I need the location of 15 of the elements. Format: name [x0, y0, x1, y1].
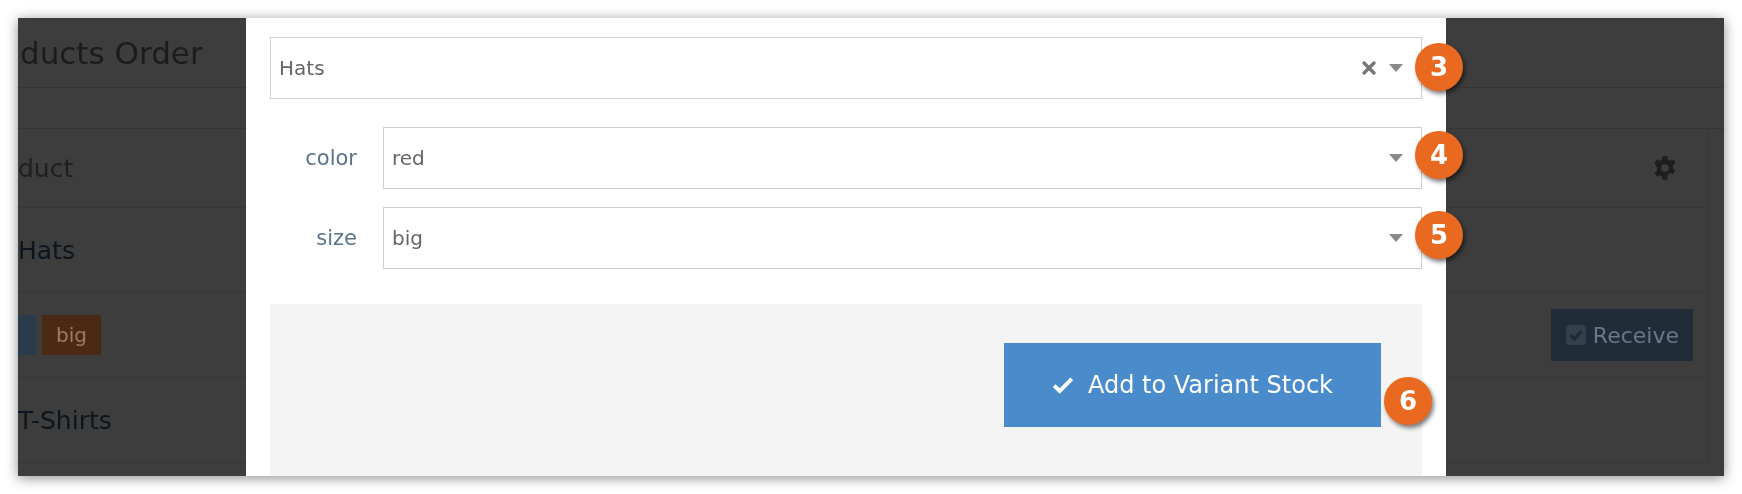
select-field[interactable]: big: [383, 207, 1422, 269]
add-to-stock-button[interactable]: Add to Variant Stock: [1004, 343, 1381, 427]
caret-icon[interactable]: [1389, 64, 1403, 72]
caret-icon[interactable]: [1389, 234, 1403, 242]
select-field[interactable]: Hats: [270, 37, 1422, 99]
variant-tag: big: [42, 315, 101, 355]
field-label: color: [304, 146, 357, 170]
receive-button[interactable]: Receive: [1550, 309, 1693, 361]
step-badge: 5: [1415, 211, 1463, 259]
field-label: size: [315, 226, 357, 250]
step-badge: 4: [1415, 131, 1463, 179]
select-field[interactable]: red: [383, 127, 1422, 189]
check-icon: [1052, 376, 1074, 394]
clear-icon[interactable]: [1361, 60, 1377, 76]
caret-icon[interactable]: [1389, 154, 1403, 162]
